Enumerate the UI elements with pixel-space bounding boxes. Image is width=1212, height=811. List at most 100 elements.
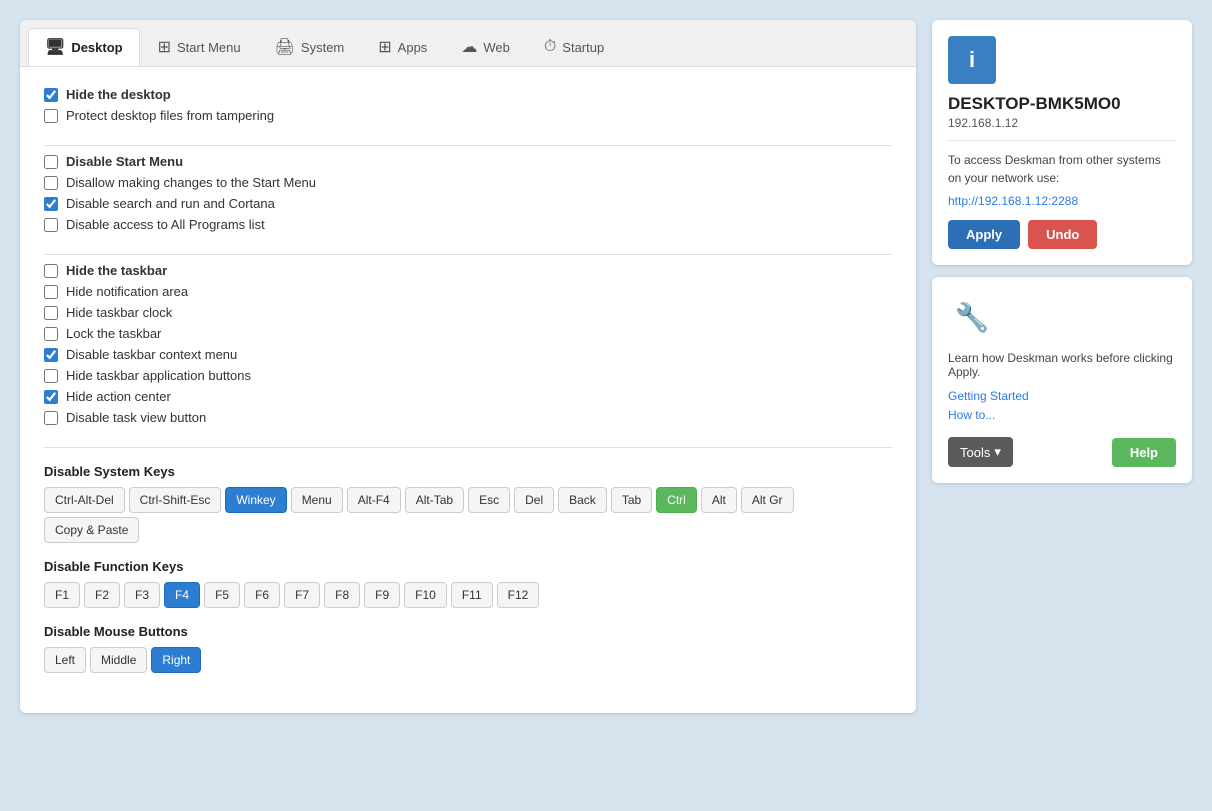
checkbox-hide-taskbar[interactable] — [44, 264, 58, 278]
key-f4[interactable]: F4 — [164, 582, 200, 608]
checkbox-row-disallow-changes: Disallow making changes to the Start Men… — [44, 175, 892, 190]
checkbox-disable-start[interactable] — [44, 155, 58, 169]
key-back[interactable]: Back — [558, 487, 607, 513]
checkbox-row-hide-desktop: Hide the desktop — [44, 87, 892, 102]
key-f9[interactable]: F9 — [364, 582, 400, 608]
checkbox-row-disable-task-view: Disable task view button — [44, 410, 892, 425]
label-disable-search[interactable]: Disable search and run and Cortana — [66, 196, 275, 211]
key-f10[interactable]: F10 — [404, 582, 447, 608]
key-f1[interactable]: F1 — [44, 582, 80, 608]
taskbar-section: Hide the taskbar Hide notification area … — [44, 263, 892, 448]
label-hide-desktop[interactable]: Hide the desktop — [66, 87, 171, 102]
checkbox-row-hide-app-buttons: Hide taskbar application buttons — [44, 368, 892, 383]
system-keys-row: Ctrl-Alt-Del Ctrl-Shift-Esc Winkey Menu … — [44, 487, 892, 543]
tab-desktop[interactable]: 🖥 Desktop — [28, 28, 140, 66]
label-protect-files[interactable]: Protect desktop files from tampering — [66, 108, 274, 123]
label-disable-task-view[interactable]: Disable task view button — [66, 410, 206, 425]
key-f3[interactable]: F3 — [124, 582, 160, 608]
getting-started-link[interactable]: Getting Started — [948, 387, 1176, 406]
key-tab[interactable]: Tab — [611, 487, 652, 513]
key-f6[interactable]: F6 — [244, 582, 280, 608]
ip-address: 192.168.1.12 — [948, 116, 1176, 130]
desktop-icon: 🖥 — [45, 37, 65, 57]
mouse-buttons-title: Disable Mouse Buttons — [44, 624, 892, 639]
checkbox-hide-notification[interactable] — [44, 285, 58, 299]
key-f12[interactable]: F12 — [497, 582, 540, 608]
checkbox-disable-search[interactable] — [44, 197, 58, 211]
key-copy-paste[interactable]: Copy & Paste — [44, 517, 139, 543]
tab-web[interactable]: ☁ Web — [445, 28, 526, 66]
mouse-middle[interactable]: Middle — [90, 647, 147, 673]
mouse-buttons-row: Left Middle Right — [44, 647, 892, 673]
key-menu[interactable]: Menu — [291, 487, 343, 513]
divider-1 — [948, 140, 1176, 141]
tabs-bar: 🖥 Desktop ⊞ Start Menu 🖨 System ⊞ Apps ☁… — [20, 20, 916, 67]
label-hide-notification[interactable]: Hide notification area — [66, 284, 188, 299]
help-card: 🔧 Learn how Deskman works before clickin… — [932, 277, 1192, 483]
checkbox-disable-task-view[interactable] — [44, 411, 58, 425]
checkbox-disallow-changes[interactable] — [44, 176, 58, 190]
apps-icon: ⊞ — [378, 37, 391, 57]
checkbox-protect-files[interactable] — [44, 109, 58, 123]
apply-undo-row: Apply Undo — [948, 220, 1176, 249]
function-keys-title: Disable Function Keys — [44, 559, 892, 574]
key-ctrl-alt-del[interactable]: Ctrl-Alt-Del — [44, 487, 125, 513]
undo-button[interactable]: Undo — [1028, 220, 1097, 249]
key-f11[interactable]: F11 — [451, 582, 493, 608]
tab-startup[interactable]: ⏱ Startup — [528, 28, 620, 66]
label-disable-start[interactable]: Disable Start Menu — [66, 154, 183, 169]
tab-system[interactable]: 🖨 System — [259, 28, 361, 66]
mouse-left[interactable]: Left — [44, 647, 86, 673]
checkbox-hide-clock[interactable] — [44, 306, 58, 320]
start-menu-section: Disable Start Menu Disallow making chang… — [44, 154, 892, 255]
label-disable-context[interactable]: Disable taskbar context menu — [66, 347, 237, 362]
web-icon: ☁ — [461, 37, 477, 57]
label-hide-clock[interactable]: Hide taskbar clock — [66, 305, 172, 320]
help-button[interactable]: Help — [1112, 438, 1176, 467]
key-alt-f4[interactable]: Alt-F4 — [347, 487, 401, 513]
network-info-text: To access Deskman from other systems on … — [948, 151, 1176, 187]
checkbox-hide-app-buttons[interactable] — [44, 369, 58, 383]
checkbox-hide-action-center[interactable] — [44, 390, 58, 404]
key-alt-gr[interactable]: Alt Gr — [741, 487, 794, 513]
checkbox-hide-desktop[interactable] — [44, 88, 58, 102]
mouse-right[interactable]: Right — [151, 647, 201, 673]
info-card: i DESKTOP-BMK5MO0 192.168.1.12 To access… — [932, 20, 1192, 265]
key-f2[interactable]: F2 — [84, 582, 120, 608]
label-hide-app-buttons[interactable]: Hide taskbar application buttons — [66, 368, 251, 383]
wrench-icon: 🔧 — [948, 293, 996, 341]
key-winkey[interactable]: Winkey — [225, 487, 286, 513]
label-hide-taskbar[interactable]: Hide the taskbar — [66, 263, 167, 278]
hostname: DESKTOP-BMK5MO0 — [948, 94, 1176, 114]
apply-button[interactable]: Apply — [948, 220, 1020, 249]
tab-start-menu[interactable]: ⊞ Start Menu — [142, 28, 257, 66]
sidebar: i DESKTOP-BMK5MO0 192.168.1.12 To access… — [932, 20, 1192, 483]
label-hide-action-center[interactable]: Hide action center — [66, 389, 171, 404]
tools-button[interactable]: Tools ▾ — [948, 437, 1013, 467]
key-alt-tab[interactable]: Alt-Tab — [405, 487, 464, 513]
checkbox-row-hide-clock: Hide taskbar clock — [44, 305, 892, 320]
key-esc[interactable]: Esc — [468, 487, 510, 513]
checkbox-lock-taskbar[interactable] — [44, 327, 58, 341]
checkbox-row-hide-action-center: Hide action center — [44, 389, 892, 404]
key-ctrl[interactable]: Ctrl — [656, 487, 697, 513]
system-keys-title: Disable System Keys — [44, 464, 892, 479]
tab-apps[interactable]: ⊞ Apps — [362, 28, 443, 66]
key-del[interactable]: Del — [514, 487, 554, 513]
how-to-link[interactable]: How to... — [948, 406, 1176, 425]
label-disable-programs[interactable]: Disable access to All Programs list — [66, 217, 265, 232]
label-disallow-changes[interactable]: Disallow making changes to the Start Men… — [66, 175, 316, 190]
start-menu-icon: ⊞ — [158, 37, 171, 57]
checkbox-disable-programs[interactable] — [44, 218, 58, 232]
desktop-section: Hide the desktop Protect desktop files f… — [44, 87, 892, 146]
checkbox-row-protect-files: Protect desktop files from tampering — [44, 108, 892, 123]
key-ctrl-shift-esc[interactable]: Ctrl-Shift-Esc — [129, 487, 222, 513]
key-f5[interactable]: F5 — [204, 582, 240, 608]
network-url-link[interactable]: http://192.168.1.12:2288 — [948, 194, 1078, 208]
checkbox-row-disable-programs: Disable access to All Programs list — [44, 217, 892, 232]
checkbox-disable-context[interactable] — [44, 348, 58, 362]
key-f7[interactable]: F7 — [284, 582, 320, 608]
label-lock-taskbar[interactable]: Lock the taskbar — [66, 326, 161, 341]
key-f8[interactable]: F8 — [324, 582, 360, 608]
key-alt[interactable]: Alt — [701, 487, 737, 513]
